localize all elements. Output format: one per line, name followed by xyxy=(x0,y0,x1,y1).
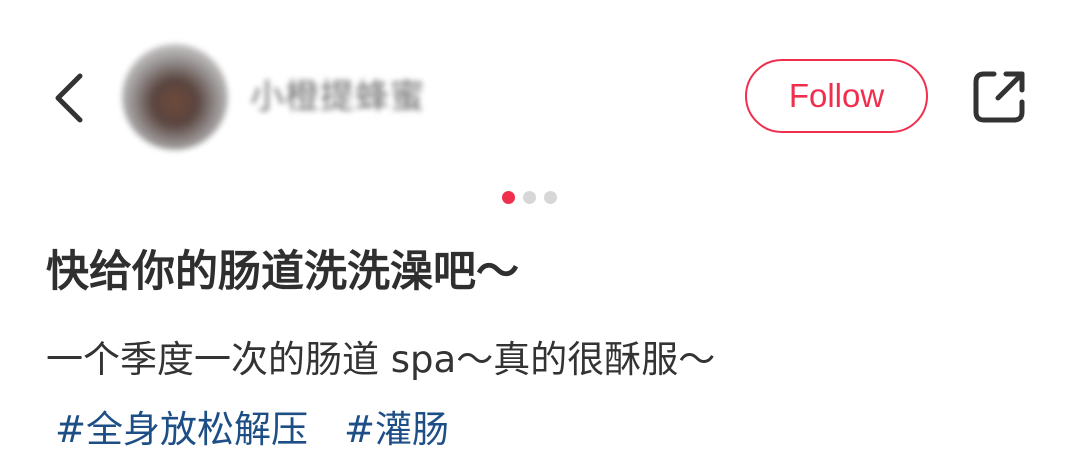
pager-dot xyxy=(544,190,557,204)
pager-dot xyxy=(523,190,536,204)
share-button[interactable] xyxy=(968,64,1032,128)
carousel-pager xyxy=(502,190,568,204)
top-bar: 小橙提蜂蜜 Follow xyxy=(0,0,1080,180)
post-title: 快给你的肠道洗洗澡吧～ xyxy=(46,247,519,297)
hashtag-list: #全身放松解压 #灌肠 xyxy=(55,402,449,458)
hashtag-link[interactable]: #全身放松解压 xyxy=(55,402,308,458)
pager-dot-active xyxy=(502,190,515,204)
follow-button[interactable]: Follow xyxy=(745,59,928,133)
avatar[interactable] xyxy=(122,44,228,150)
username[interactable]: 小橙提蜂蜜 xyxy=(250,70,465,124)
hashtag-link[interactable]: #灌肠 xyxy=(344,402,449,458)
back-button[interactable] xyxy=(40,62,96,134)
post-description: 一个季度一次的肠道 spa～真的很酥服～ xyxy=(46,338,716,381)
chevron-left-icon xyxy=(55,73,83,123)
share-external-icon xyxy=(973,71,1025,123)
